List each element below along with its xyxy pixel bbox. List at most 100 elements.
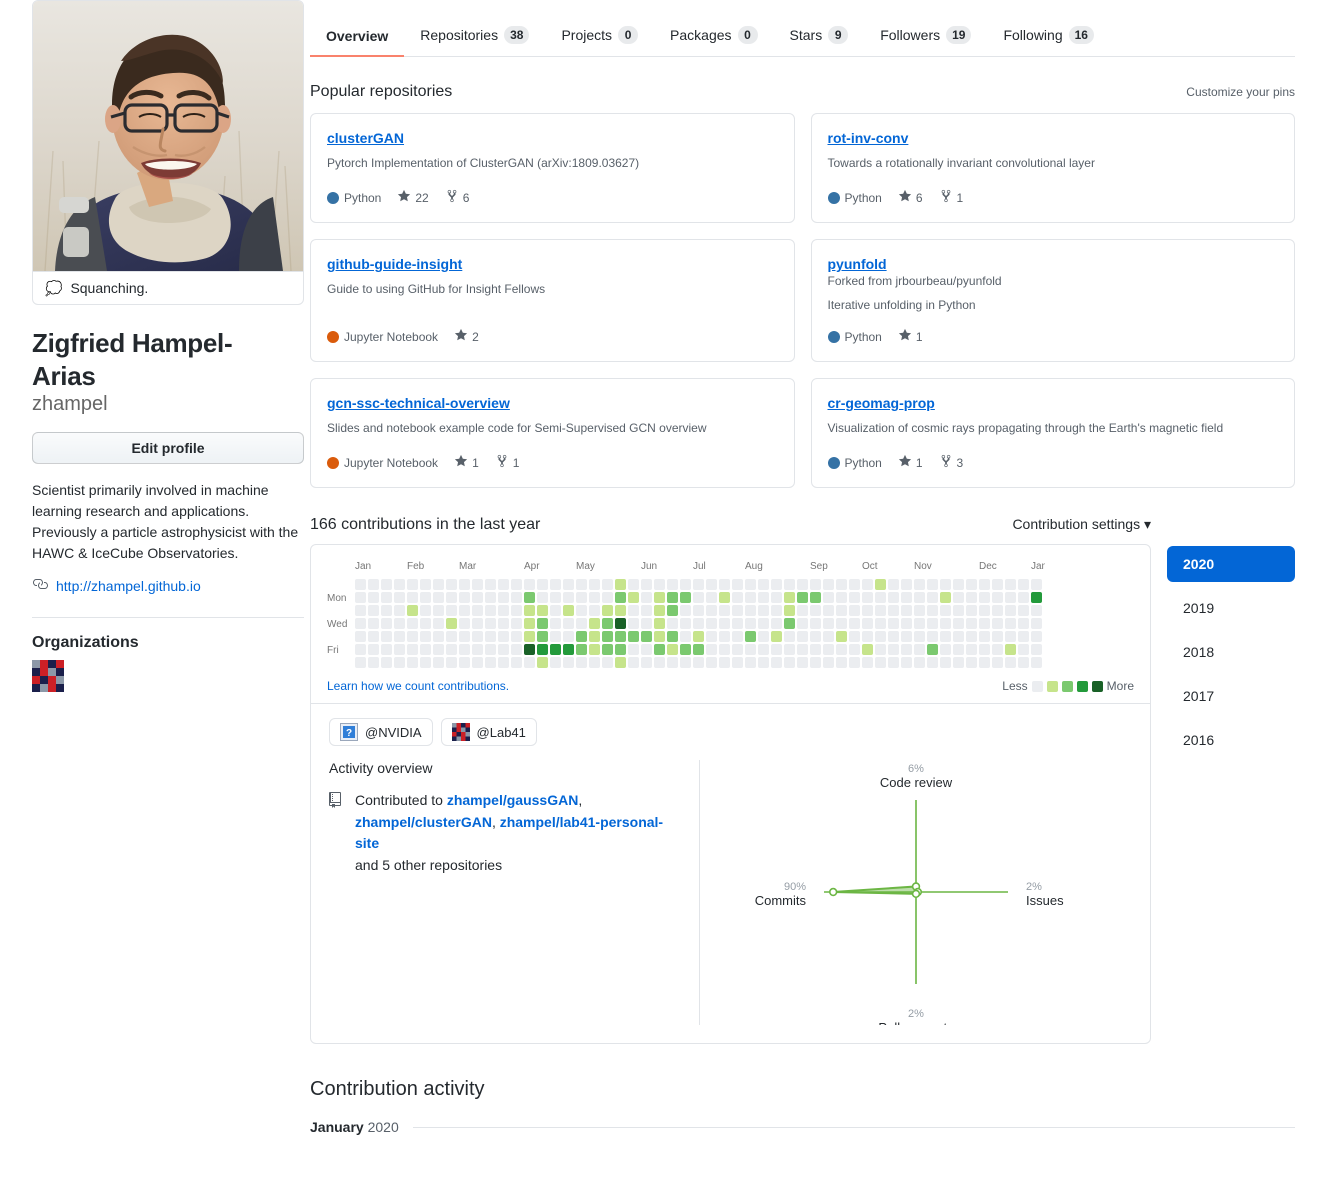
- year-filter-2018[interactable]: 2018: [1167, 634, 1295, 670]
- heatmap-day-cell[interactable]: [550, 605, 561, 616]
- heatmap-day-cell[interactable]: [810, 618, 821, 629]
- heatmap-day-cell[interactable]: [1005, 644, 1016, 655]
- heatmap-day-cell[interactable]: [823, 605, 834, 616]
- heatmap-day-cell[interactable]: [485, 579, 496, 590]
- heatmap-day-cell[interactable]: [550, 592, 561, 603]
- heatmap-day-cell[interactable]: [693, 605, 704, 616]
- heatmap-day-cell[interactable]: [459, 631, 470, 642]
- heatmap-day-cell[interactable]: [602, 579, 613, 590]
- pinned-repo-name[interactable]: cr-geomag-prop: [828, 395, 1279, 411]
- heatmap-day-cell[interactable]: [940, 605, 951, 616]
- heatmap-day-cell[interactable]: [563, 592, 574, 603]
- heatmap-day-cell[interactable]: [1031, 657, 1042, 668]
- heatmap-day-cell[interactable]: [615, 605, 626, 616]
- pinned-repo-name[interactable]: gcn-ssc-technical-overview: [327, 395, 778, 411]
- heatmap-day-cell[interactable]: [979, 618, 990, 629]
- heatmap-day-cell[interactable]: [966, 592, 977, 603]
- heatmap-day-cell[interactable]: [927, 579, 938, 590]
- heatmap-day-cell[interactable]: [368, 631, 379, 642]
- heatmap-day-cell[interactable]: [420, 618, 431, 629]
- heatmap-day-cell[interactable]: [537, 592, 548, 603]
- user-status[interactable]: 💭 Squanching.: [33, 271, 303, 304]
- heatmap-day-cell[interactable]: [745, 618, 756, 629]
- heatmap-day-cell[interactable]: [641, 618, 652, 629]
- heatmap-day-cell[interactable]: [875, 644, 886, 655]
- heatmap-day-cell[interactable]: [979, 657, 990, 668]
- heatmap-day-cell[interactable]: [1018, 605, 1029, 616]
- tab-repositories[interactable]: Repositories 38: [404, 18, 545, 56]
- heatmap-day-cell[interactable]: [472, 592, 483, 603]
- pinned-repo-name[interactable]: github-guide-insight: [327, 256, 778, 272]
- heatmap-day-cell[interactable]: [823, 579, 834, 590]
- tab-projects[interactable]: Projects 0: [545, 18, 654, 56]
- heatmap-day-cell[interactable]: [758, 631, 769, 642]
- heatmap-day-cell[interactable]: [485, 605, 496, 616]
- heatmap-day-cell[interactable]: [394, 592, 405, 603]
- heatmap-day-cell[interactable]: [940, 657, 951, 668]
- heatmap-day-cell[interactable]: [459, 657, 470, 668]
- heatmap-day-cell[interactable]: [875, 605, 886, 616]
- heatmap-day-cell[interactable]: [953, 618, 964, 629]
- heatmap-day-cell[interactable]: [589, 605, 600, 616]
- heatmap-day-cell[interactable]: [498, 644, 509, 655]
- heatmap-day-cell[interactable]: [615, 592, 626, 603]
- heatmap-day-cell[interactable]: [394, 644, 405, 655]
- heatmap-day-cell[interactable]: [706, 657, 717, 668]
- heatmap-day-cell[interactable]: [407, 644, 418, 655]
- heatmap-day-cell[interactable]: [459, 644, 470, 655]
- heatmap-day-cell[interactable]: [641, 605, 652, 616]
- heatmap-day-cell[interactable]: [368, 618, 379, 629]
- heatmap-day-cell[interactable]: [732, 592, 743, 603]
- heatmap-day-cell[interactable]: [667, 605, 678, 616]
- heatmap-day-cell[interactable]: [355, 657, 366, 668]
- heatmap-day-cell[interactable]: [719, 657, 730, 668]
- heatmap-day-cell[interactable]: [667, 579, 678, 590]
- heatmap-day-cell[interactable]: [1031, 592, 1042, 603]
- heatmap-day-cell[interactable]: [914, 644, 925, 655]
- heatmap-day-cell[interactable]: [745, 605, 756, 616]
- pinned-repo-stars[interactable]: 1: [898, 454, 923, 471]
- heatmap-day-cell[interactable]: [472, 618, 483, 629]
- heatmap-day-cell[interactable]: [576, 631, 587, 642]
- heatmap-day-cell[interactable]: [758, 618, 769, 629]
- heatmap-day-cell[interactable]: [355, 592, 366, 603]
- heatmap-day-cell[interactable]: [524, 644, 535, 655]
- activity-repo-link-2[interactable]: zhampel/clusterGAN: [355, 814, 492, 830]
- heatmap-day-cell[interactable]: [576, 605, 587, 616]
- heatmap-day-cell[interactable]: [433, 592, 444, 603]
- heatmap-day-cell[interactable]: [1031, 618, 1042, 629]
- heatmap-day-cell[interactable]: [784, 579, 795, 590]
- heatmap-day-cell[interactable]: [888, 579, 899, 590]
- heatmap-day-cell[interactable]: [615, 657, 626, 668]
- heatmap-day-cell[interactable]: [537, 657, 548, 668]
- heatmap-day-cell[interactable]: [992, 579, 1003, 590]
- heatmap-day-cell[interactable]: [888, 657, 899, 668]
- profile-website-link[interactable]: http://zhampel.github.io: [56, 578, 201, 594]
- heatmap-day-cell[interactable]: [888, 605, 899, 616]
- heatmap-day-cell[interactable]: [589, 644, 600, 655]
- heatmap-day-cell[interactable]: [628, 605, 639, 616]
- heatmap-day-cell[interactable]: [810, 657, 821, 668]
- heatmap-day-cell[interactable]: [459, 592, 470, 603]
- heatmap-day-cell[interactable]: [602, 644, 613, 655]
- heatmap-day-cell[interactable]: [628, 657, 639, 668]
- heatmap-day-cell[interactable]: [407, 605, 418, 616]
- heatmap-day-cell[interactable]: [498, 592, 509, 603]
- heatmap-day-cell[interactable]: [966, 657, 977, 668]
- heatmap-day-cell[interactable]: [1018, 618, 1029, 629]
- heatmap-day-cell[interactable]: [1018, 657, 1029, 668]
- heatmap-day-cell[interactable]: [862, 618, 873, 629]
- heatmap-day-cell[interactable]: [758, 579, 769, 590]
- heatmap-day-cell[interactable]: [381, 631, 392, 642]
- heatmap-day-cell[interactable]: [420, 657, 431, 668]
- heatmap-day-cell[interactable]: [511, 592, 522, 603]
- heatmap-day-cell[interactable]: [745, 579, 756, 590]
- heatmap-day-cell[interactable]: [485, 644, 496, 655]
- heatmap-day-cell[interactable]: [589, 579, 600, 590]
- heatmap-day-cell[interactable]: [927, 618, 938, 629]
- heatmap-day-cell[interactable]: [706, 605, 717, 616]
- heatmap-day-cell[interactable]: [1005, 657, 1016, 668]
- heatmap-day-cell[interactable]: [628, 644, 639, 655]
- pinned-repo-stars[interactable]: 2: [454, 328, 479, 345]
- pinned-repo-forks[interactable]: 1: [939, 189, 963, 206]
